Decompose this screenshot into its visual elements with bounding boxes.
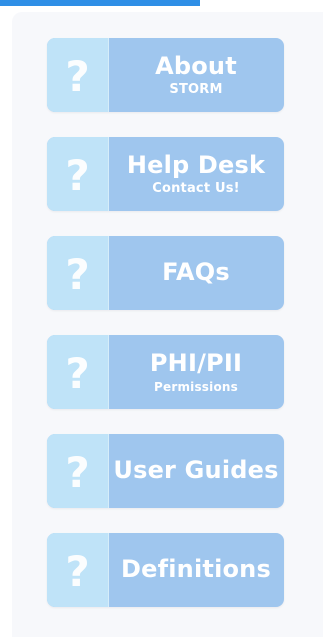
- phi-pii-button-text: PHI/PII Permissions: [108, 335, 284, 409]
- question-mark-icon: ?: [47, 335, 109, 409]
- question-mark-icon: ?: [47, 38, 109, 112]
- question-mark-icon: ?: [47, 236, 109, 310]
- phi-pii-subtitle: Permissions: [154, 379, 238, 394]
- faqs-button-text: FAQs: [108, 236, 284, 310]
- user-guides-title: User Guides: [113, 456, 279, 485]
- phi-pii-title: PHI/PII: [149, 349, 243, 378]
- about-title: About: [155, 51, 237, 80]
- top-accent-bar: [0, 0, 200, 6]
- question-mark-icon: ?: [47, 533, 109, 607]
- about-subtitle: STORM: [169, 82, 223, 98]
- question-mark-icon: ?: [47, 434, 109, 508]
- definitions-title: Definitions: [121, 555, 271, 584]
- about-button[interactable]: ? About STORM: [47, 38, 284, 112]
- user-guides-button[interactable]: ? User Guides: [47, 434, 284, 508]
- definitions-button[interactable]: ? Definitions: [47, 533, 284, 607]
- about-button-text: About STORM: [108, 38, 284, 112]
- help-desk-title: Help Desk: [126, 150, 266, 179]
- faqs-button[interactable]: ? FAQs: [47, 236, 284, 310]
- help-desk-button-text: Help Desk Contact Us!: [108, 137, 284, 211]
- definitions-button-text: Definitions: [108, 533, 284, 607]
- help-desk-button[interactable]: ? Help Desk Contact Us!: [47, 137, 284, 211]
- phi-pii-button[interactable]: ? PHI/PII Permissions: [47, 335, 284, 409]
- help-desk-subtitle: Contact Us!: [152, 181, 240, 197]
- help-menu: ? About STORM ? Help Desk Contact Us! ? …: [47, 38, 284, 607]
- faqs-title: FAQs: [162, 258, 230, 287]
- user-guides-button-text: User Guides: [108, 434, 284, 508]
- question-mark-icon: ?: [47, 137, 109, 211]
